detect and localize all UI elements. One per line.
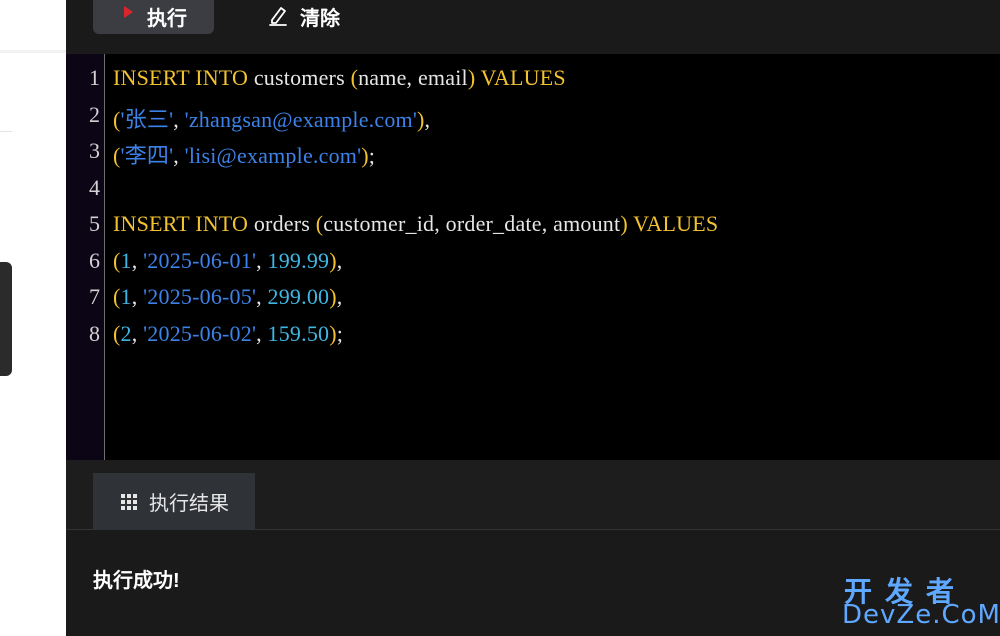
toolbar: 执行 清除 <box>66 0 1000 54</box>
eraser-icon <box>269 7 287 26</box>
code-token: VALUES <box>633 211 719 236</box>
code-token: , <box>424 106 431 132</box>
code-token: , <box>256 247 268 273</box>
sql-editor[interactable]: 12345678 INSERT INTO customers (name, em… <box>66 54 1000 460</box>
code-token: INSERT <box>113 211 190 236</box>
line-number-gutter: 1 2 3 4 5 6 7 8 <box>66 54 105 460</box>
code-token: ) <box>620 211 628 236</box>
code-token: '张三' <box>120 106 174 132</box>
code-token: , <box>336 284 343 309</box>
code-line[interactable]: ('李四', 'lisi@example.com'); <box>113 138 375 170</box>
code-token: order_date <box>445 211 542 236</box>
run-button-label: 执行 <box>147 8 187 30</box>
side-tab[interactable] <box>0 262 12 376</box>
code-token: ( <box>113 284 121 309</box>
line-number: 5 <box>89 211 100 236</box>
code-token: ( <box>113 143 121 168</box>
code-token: , <box>256 284 268 309</box>
code-token: 299.00 <box>267 284 330 309</box>
play-icon <box>124 6 133 18</box>
line-number: 7 <box>89 284 100 309</box>
watermark-logo: 开发者 DevZe.CoM <box>840 570 1000 632</box>
line-number: 6 <box>89 247 100 273</box>
left-divider <box>0 131 12 132</box>
code-token: , <box>406 65 418 90</box>
code-token: INTO <box>195 211 249 236</box>
watermark-line2: DevZe.CoM <box>842 600 1000 630</box>
code-token: ( <box>113 106 121 132</box>
code-token: ; <box>368 143 376 168</box>
left-panel <box>0 0 66 636</box>
code-token: 1 <box>120 284 132 309</box>
code-token: ) <box>329 247 337 273</box>
code-line[interactable]: ('张三', 'zhangsan@example.com'), <box>113 102 430 134</box>
clear-button[interactable]: 清除 <box>268 2 340 30</box>
code-token: , <box>131 320 144 346</box>
grid-icon <box>121 493 137 510</box>
code-token: orders <box>253 211 311 236</box>
run-button[interactable]: 执行 <box>93 0 214 34</box>
code-token: INSERT <box>113 65 190 90</box>
code-token: ( <box>350 65 359 90</box>
code-line[interactable]: INSERT INTO customers (name, email) VALU… <box>113 65 566 91</box>
code-token: , <box>173 106 185 132</box>
code-token: customers <box>253 65 345 90</box>
code-token: '李四' <box>120 143 174 168</box>
line-number: 1 <box>89 65 100 90</box>
line-number: 8 <box>89 320 100 346</box>
code-token: , <box>131 284 144 309</box>
tab-results[interactable]: 执行结果 <box>93 473 255 530</box>
code-token: , <box>256 320 268 346</box>
code-token: 2 <box>120 320 132 346</box>
code-token: customer_id <box>323 211 435 236</box>
code-line[interactable]: (2, '2025-06-02', 159.50); <box>113 321 343 347</box>
code-token: ( <box>113 320 121 346</box>
line-number: 4 <box>89 174 100 200</box>
code-token: VALUES <box>480 65 566 90</box>
status-message: 执行成功! <box>93 570 180 592</box>
clear-button-label: 清除 <box>300 7 340 30</box>
code-line[interactable]: (1, '2025-06-05', 299.00), <box>113 284 342 310</box>
code-token: '2025-06-01' <box>143 247 257 273</box>
code-token: , <box>434 211 446 236</box>
results-tab-bar: 执行结果 <box>66 460 1000 530</box>
code-token: '2025-06-02' <box>143 320 257 346</box>
code-token: , <box>173 143 185 168</box>
code-token: 199.99 <box>267 247 330 273</box>
code-token: 'zhangsan@example.com' <box>184 106 418 132</box>
code-token: ; <box>336 320 344 346</box>
code-token: ) <box>417 106 425 132</box>
code-line[interactable]: (1, '2025-06-01', 199.99), <box>113 248 342 274</box>
code-token: name <box>358 65 407 90</box>
code-token: amount <box>553 211 621 236</box>
tab-results-label: 执行结果 <box>149 493 229 515</box>
code-token: 'lisi@example.com' <box>184 143 362 168</box>
code-token: INTO <box>195 65 249 90</box>
code-token: 159.50 <box>267 320 330 346</box>
code-token: email <box>417 65 468 90</box>
code-token: ( <box>113 247 121 273</box>
line-number: 3 <box>89 138 100 163</box>
code-token: ) <box>361 143 369 168</box>
left-divider <box>0 50 66 53</box>
code-token: '2025-06-05' <box>143 284 257 309</box>
line-number: 2 <box>89 101 100 127</box>
code-token: , <box>336 247 343 273</box>
code-line[interactable]: INSERT INTO orders (customer_id, order_d… <box>113 211 718 237</box>
code-token: , <box>131 247 144 273</box>
code-token: , <box>541 211 554 236</box>
code-token: ) <box>329 320 337 346</box>
code-token: 1 <box>120 247 132 273</box>
code-token: ) <box>329 284 337 309</box>
